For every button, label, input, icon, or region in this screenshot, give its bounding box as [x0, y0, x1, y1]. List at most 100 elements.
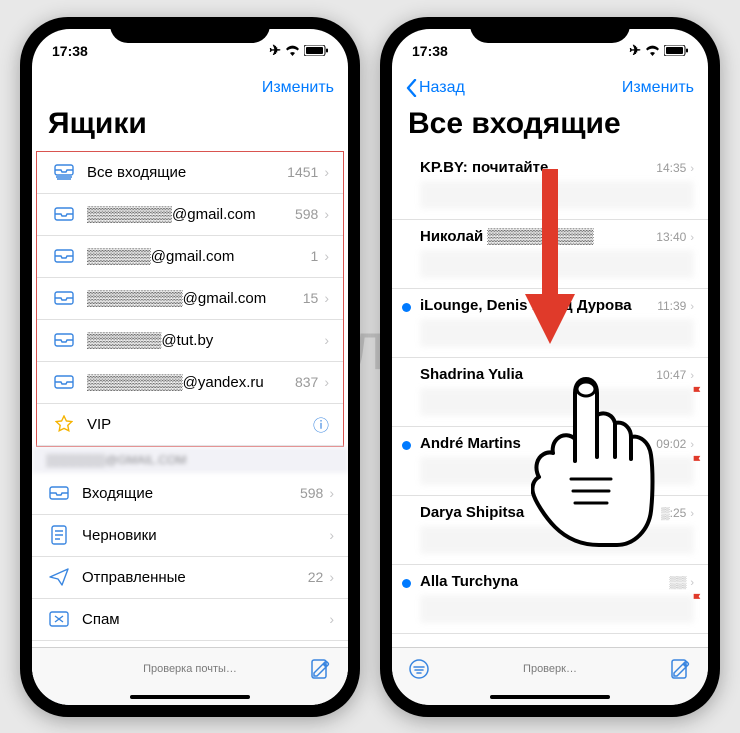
message-preview — [420, 595, 694, 623]
spam-icon — [46, 611, 72, 627]
folder-row[interactable]: Спам › — [32, 599, 348, 641]
all-inbox-icon — [51, 164, 77, 180]
back-button[interactable]: Назад — [406, 79, 465, 97]
page-title: Ящики — [32, 103, 348, 151]
folder-row[interactable]: Отправленные22 › — [32, 557, 348, 599]
inbox-icon — [51, 291, 77, 305]
compose-icon[interactable] — [310, 658, 332, 680]
chevron-right-icon: › — [690, 577, 694, 589]
home-indicator — [130, 695, 250, 699]
message-sender: Shadrina Yulia — [420, 366, 523, 383]
message-sender: André Martins — [420, 435, 521, 452]
chevron-right-icon: › — [324, 206, 329, 222]
mailbox-label: ▒▒▒▒▒▒▒▒▒@yandex.ru — [77, 374, 295, 391]
edit-button[interactable]: Изменить — [262, 79, 334, 97]
star-icon — [51, 415, 77, 433]
accounts-highlight: Все входящие1451›▒▒▒▒▒▒▒▒@gmail.com598›▒… — [36, 151, 344, 447]
mailbox-label: ▒▒▒▒▒▒▒▒▒@gmail.com — [77, 290, 303, 307]
nav-bar: Изменить — [32, 73, 348, 103]
chevron-right-icon: › — [329, 569, 334, 585]
battery-icon — [664, 45, 688, 56]
inbox-icon — [51, 333, 77, 347]
wifi-icon — [285, 45, 300, 56]
pointing-hand-icon — [531, 369, 661, 549]
compose-icon[interactable] — [670, 658, 692, 680]
chevron-right-icon: › — [329, 611, 334, 627]
mailbox-label: ▒▒▒▒▒▒▒@tut.by — [77, 332, 318, 349]
chevron-right-icon: › — [690, 232, 694, 244]
message-time: ▒▒ — [669, 575, 686, 589]
mailbox-row[interactable]: Все входящие1451 › — [37, 152, 343, 194]
folder-count: 22 — [308, 569, 324, 585]
filter-icon[interactable] — [408, 658, 430, 680]
page-title: Все входящие — [392, 103, 708, 151]
chevron-right-icon: › — [690, 301, 694, 313]
chevron-right-icon: › — [324, 248, 329, 264]
battery-icon — [304, 45, 328, 56]
mailbox-row[interactable]: ▒▒▒▒▒▒▒▒@gmail.com598› — [37, 194, 343, 236]
folder-row[interactable]: Черновики › — [32, 515, 348, 557]
edit-button[interactable]: Изменить — [622, 79, 694, 97]
chevron-right-icon: › — [690, 370, 694, 382]
mailbox-count: 15 — [303, 290, 319, 306]
folder-row[interactable]: Входящие598 › — [32, 473, 348, 515]
notch — [470, 17, 630, 43]
message-time: 14:35 — [656, 161, 686, 175]
chevron-right-icon: › — [324, 332, 329, 348]
mailbox-row[interactable]: ▒▒▒▒▒▒▒@tut.by › — [37, 320, 343, 362]
toolbar-status: Проверка почты… — [143, 663, 237, 675]
phone-left: 17:38 ✈︎ Изменить Ящики Все входящие1451… — [20, 17, 360, 717]
message-sender: Darya Shipitsa — [420, 504, 524, 521]
folder-label: Спам — [72, 611, 323, 628]
mailbox-row[interactable]: ▒▒▒▒▒▒@gmail.com1 › — [37, 236, 343, 278]
back-label: Назад — [419, 79, 465, 97]
message-sender: Alla Turchyna — [420, 573, 518, 590]
info-icon[interactable]: ⓘ — [313, 412, 329, 436]
chevron-right-icon: › — [690, 163, 694, 175]
draft-icon — [46, 525, 72, 545]
mailbox-row[interactable]: VIPⓘ — [37, 404, 343, 446]
airplane-icon: ✈︎ — [629, 42, 641, 59]
flag-icon — [692, 593, 702, 603]
mailbox-count: 1 — [311, 248, 319, 264]
unread-dot — [402, 441, 411, 450]
mailbox-count: 837 — [295, 374, 318, 390]
message-row[interactable]: Alla Turchyna ▒▒ › — [392, 565, 708, 634]
chevron-right-icon: › — [324, 290, 329, 306]
airplane-icon: ✈︎ — [269, 42, 281, 59]
chevron-right-icon: › — [690, 439, 694, 451]
section-header: ▒▒▒▒▒▒▒@GMAIL.COM — [32, 447, 348, 473]
chevron-right-icon: › — [324, 164, 329, 180]
unread-dot — [402, 303, 411, 312]
folder-label: Отправленные — [72, 569, 308, 586]
folder-label: Входящие — [72, 485, 300, 502]
status-time: 17:38 — [52, 43, 88, 59]
folder-count: 598 — [300, 485, 323, 501]
swipe-down-arrow — [520, 169, 580, 349]
inbox-icon — [51, 375, 77, 389]
folder-label: Черновики — [72, 527, 323, 544]
home-indicator — [490, 695, 610, 699]
toolbar-status: Проверк… — [523, 663, 577, 675]
mailbox-label: ▒▒▒▒▒▒@gmail.com — [77, 248, 311, 265]
mailbox-count: 1451 — [287, 164, 318, 180]
message-time: ▒:25 — [661, 506, 686, 520]
status-time: 17:38 — [412, 43, 448, 59]
mailbox-row[interactable]: ▒▒▒▒▒▒▒▒▒@gmail.com15 › — [37, 278, 343, 320]
message-time: 11:39 — [657, 299, 686, 313]
unread-dot — [402, 579, 411, 588]
chevron-right-icon: › — [329, 527, 334, 543]
mailbox-count: 598 — [295, 206, 318, 222]
mailbox-row[interactable]: ▒▒▒▒▒▒▒▒▒@yandex.ru837 › — [37, 362, 343, 404]
mailbox-label: Все входящие — [77, 164, 287, 181]
message-time: 13:40 — [656, 230, 686, 244]
mailbox-label: VIP — [77, 416, 313, 433]
nav-bar: Назад Изменить — [392, 73, 708, 103]
chevron-right-icon: › — [690, 508, 694, 520]
chevron-right-icon: › — [324, 374, 329, 390]
chevron-right-icon: › — [329, 485, 334, 501]
chevron-left-icon — [406, 79, 417, 97]
wifi-icon — [645, 45, 660, 56]
inbox-icon — [51, 207, 77, 221]
flag-icon — [692, 386, 702, 396]
